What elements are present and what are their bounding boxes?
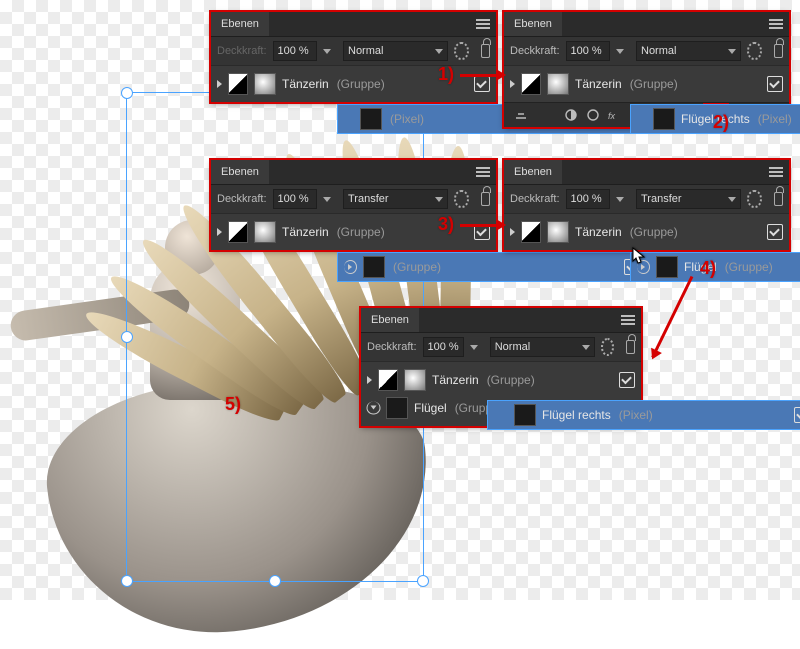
panel-menu-icon[interactable] <box>621 315 635 325</box>
layers-panel-4: Ebenen Deckkraft: 100 % Transfer Flügel … <box>504 160 789 250</box>
mask-thumb <box>228 73 248 95</box>
layers-panel-2: Ebenen Deckkraft: 100 % Normal Flügel re… <box>504 12 789 127</box>
lock-icon[interactable] <box>481 44 491 58</box>
visibility-toggle[interactable] <box>619 400 635 416</box>
chevron-down-icon[interactable] <box>470 345 478 350</box>
opacity-value[interactable]: 100 % <box>273 189 317 209</box>
blend-mode-select[interactable]: Normal <box>636 41 741 61</box>
disclosure-triangle-icon[interactable] <box>217 80 222 88</box>
lock-icon[interactable] <box>774 44 784 58</box>
lock-icon[interactable] <box>626 340 635 354</box>
visibility-toggle[interactable] <box>767 76 783 92</box>
funnel-icon[interactable] <box>630 108 644 122</box>
merge-icon[interactable] <box>514 108 528 122</box>
layers-panel-5: Ebenen Deckkraft: 100 % Normal Tänzerin … <box>361 308 641 426</box>
layer-thumb <box>547 221 569 243</box>
chevron-down-icon <box>728 197 736 202</box>
fx-icon[interactable]: fx <box>608 108 622 122</box>
panel-menu-icon[interactable] <box>769 19 783 29</box>
disclosure-triangle-icon[interactable] <box>367 376 372 384</box>
opacity-value[interactable]: 100 % <box>273 41 317 61</box>
layers-panel-3: Ebenen Deckkraft: 100 % Transfer (Gruppe… <box>211 160 496 250</box>
adjust-icon[interactable] <box>564 108 578 122</box>
blend-mode-select[interactable]: Normal <box>343 41 448 61</box>
link-icon[interactable] <box>735 106 755 124</box>
gear-icon[interactable] <box>454 190 469 208</box>
mask-thumb <box>521 73 541 95</box>
chevron-down-icon <box>435 49 443 54</box>
chevron-down-icon <box>728 49 736 54</box>
layer-thumb <box>386 397 408 419</box>
layer-row-taenzerin[interactable]: Tänzerin (Gruppe) <box>504 70 789 98</box>
group-layers-button[interactable] <box>705 105 727 125</box>
layer-thumb <box>404 369 426 391</box>
chevron-down-icon <box>582 345 590 350</box>
visibility-toggle[interactable] <box>767 224 783 240</box>
panel-menu-icon[interactable] <box>476 167 490 177</box>
disclosure-triangle-icon[interactable] <box>510 80 515 88</box>
layer-row-taenzerin[interactable]: Tänzerin (Gruppe) <box>361 366 641 394</box>
visibility-toggle[interactable] <box>474 76 490 92</box>
chevron-down-icon[interactable] <box>323 49 331 54</box>
layer-thumb <box>254 221 276 243</box>
layers-tab[interactable]: Ebenen <box>504 160 562 184</box>
opacity-value[interactable]: 100 % <box>423 337 464 357</box>
opacity-label: Deckkraft: <box>367 341 417 353</box>
gear-icon[interactable] <box>747 190 762 208</box>
lock-icon[interactable] <box>481 192 491 206</box>
panel-menu-icon[interactable] <box>769 167 783 177</box>
svg-text:fx: fx <box>608 111 616 121</box>
gear-icon[interactable] <box>601 338 615 356</box>
opacity-label: Deckkraft: <box>217 193 267 205</box>
opacity-label: Deckkraft: <box>510 45 560 57</box>
layer-thumb <box>547 73 569 95</box>
mask-thumb <box>521 221 541 243</box>
opacity-label: Deckkraft: <box>217 45 267 57</box>
mask-thumb <box>228 221 248 243</box>
layers-tab[interactable]: Ebenen <box>211 160 269 184</box>
layers-tab[interactable]: Ebenen <box>361 308 419 332</box>
layer-row-taenzerin[interactable]: Tänzerin (Gruppe) <box>504 218 789 246</box>
layer-row-taenzerin[interactable]: Tänzerin (Gruppe) <box>211 218 496 246</box>
opacity-value[interactable]: 100 % <box>566 41 610 61</box>
chevron-down-icon[interactable] <box>323 197 331 202</box>
layer-row-taenzerin[interactable]: Tänzerin (Gruppe) <box>211 70 496 98</box>
disclosure-triangle-icon[interactable] <box>510 228 515 236</box>
visibility-toggle[interactable] <box>474 224 490 240</box>
chevron-down-icon[interactable] <box>616 197 624 202</box>
opacity-value[interactable]: 100 % <box>566 189 610 209</box>
blend-mode-select[interactable]: Normal <box>490 337 595 357</box>
disclosure-circle-open-icon[interactable] <box>367 402 381 415</box>
trash-icon[interactable] <box>763 106 783 124</box>
gear-icon[interactable] <box>747 42 762 60</box>
layers-tab[interactable]: Ebenen <box>211 12 269 36</box>
lock-icon[interactable] <box>774 192 784 206</box>
layer-row-fluegel[interactable]: Flügel (Gruppe) <box>361 394 641 422</box>
chevron-down-icon <box>435 197 443 202</box>
layer-thumb <box>254 73 276 95</box>
chevron-down-icon[interactable] <box>616 49 624 54</box>
blend-mode-select[interactable]: Transfer <box>343 189 448 209</box>
mask-thumb <box>378 369 398 391</box>
mask-icon[interactable] <box>586 108 600 122</box>
blend-mode-select[interactable]: Transfer <box>636 189 741 209</box>
layers-tab[interactable]: Ebenen <box>504 12 562 36</box>
layers-panel-1: Ebenen Deckkraft: 100 % Normal (Pixel) T… <box>211 12 496 102</box>
gear-icon[interactable] <box>454 42 469 60</box>
opacity-label: Deckkraft: <box>510 193 560 205</box>
visibility-toggle[interactable] <box>619 372 635 388</box>
panel-menu-icon[interactable] <box>476 19 490 29</box>
layers-panel-footer: fx <box>504 102 789 127</box>
disclosure-triangle-icon[interactable] <box>217 228 222 236</box>
